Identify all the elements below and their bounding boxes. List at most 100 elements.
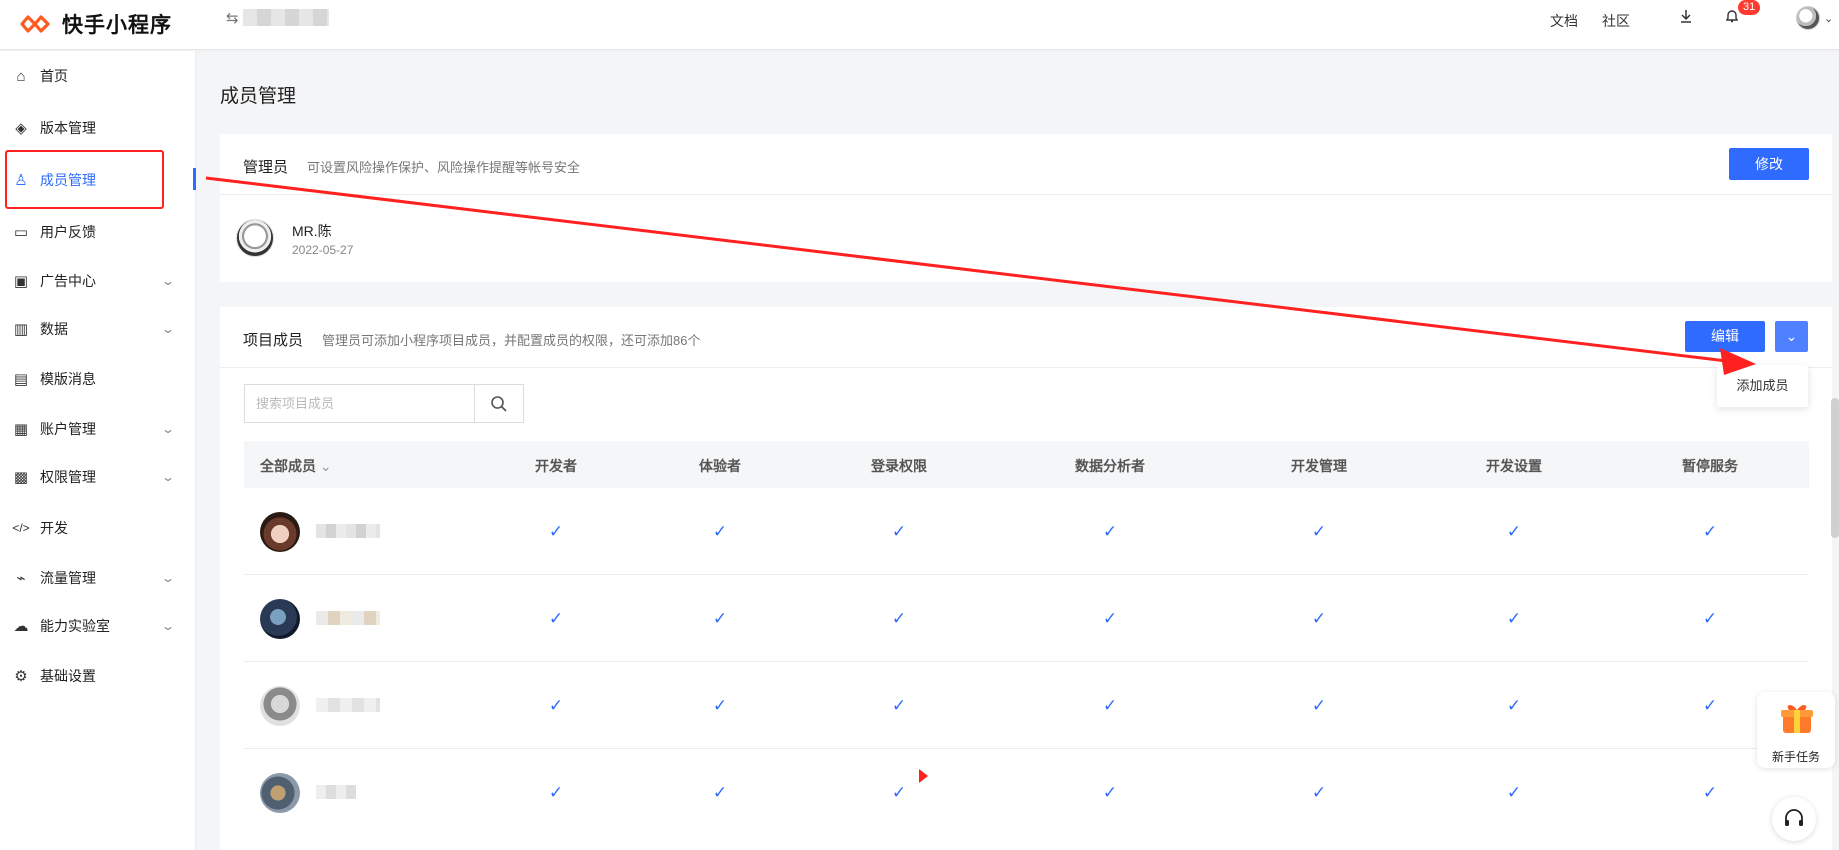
chevron-down-icon: ⌄ [160, 619, 176, 633]
sidebar-item-settings[interactable]: ⚙ 基础设置 [0, 656, 196, 696]
checkmark-icon[interactable]: ✓ [1507, 696, 1521, 716]
chevron-down-icon: ⌄ [160, 422, 176, 436]
chart-icon: ▥ [13, 321, 29, 338]
checkmark-icon[interactable]: ✓ [713, 609, 727, 629]
sidebar-item-lab[interactable]: ☁ 能力实验室 ⌄ [0, 606, 196, 646]
sidebar-item-label: 模版消息 [40, 371, 96, 387]
checkmark-icon[interactable]: ✓ [1703, 696, 1717, 716]
sidebar-item-account[interactable]: ▦ 账户管理 ⌄ [0, 409, 196, 449]
add-member-menu-item[interactable]: 添加成员 [1717, 365, 1808, 407]
docs-link[interactable]: 文档 [1550, 11, 1578, 31]
avatar [260, 773, 300, 813]
search-input[interactable] [245, 385, 475, 422]
column-header: 数据分析者 [1075, 458, 1145, 474]
checkmark-icon[interactable]: ✓ [549, 696, 563, 716]
checkmark-icon[interactable]: ✓ [713, 522, 727, 542]
switch-app-icon[interactable]: ⇆ [226, 9, 239, 27]
checkmark-icon[interactable]: ✓ [1312, 783, 1326, 803]
checkmark-icon[interactable]: ✓ [892, 609, 906, 629]
customer-support-button[interactable] [1772, 797, 1816, 841]
chevron-down-icon: ⌄ [160, 322, 176, 336]
sidebar: ⌂ 首页 ◈ 版本管理 ♙ 成员管理 ▭ 用户反馈 ▣ 广告中心 ⌄ ▥ 数据 … [0, 51, 196, 850]
sidebar-item-data[interactable]: ▥ 数据 ⌄ [0, 309, 196, 349]
sidebar-item-label: 用户反馈 [40, 224, 96, 240]
table-row: ✓ ✓ ✓ ✓ ✓ ✓ ✓ [244, 749, 1809, 836]
chevron-down-icon[interactable]: ⌄ [1824, 12, 1833, 25]
member-filter-dropdown[interactable]: 全部成员 ⌄ [260, 456, 332, 476]
admin-date: 2022-05-27 [292, 243, 354, 257]
checkmark-icon[interactable]: ✓ [1703, 783, 1717, 803]
sidebar-item-templates[interactable]: ▤ 模版消息 [0, 359, 196, 399]
scrollbar-thumb[interactable] [1831, 398, 1839, 538]
gift-icon [1781, 705, 1813, 733]
checkmark-icon[interactable]: ✓ [1103, 783, 1117, 803]
checkmark-icon[interactable]: ✓ [549, 609, 563, 629]
divider [220, 367, 1832, 368]
checkmark-icon[interactable]: ✓ [713, 783, 727, 803]
table-row: ✓ ✓ ✓ ✓ ✓ ✓ ✓ [244, 575, 1809, 662]
checkmark-icon[interactable]: ✓ [1507, 609, 1521, 629]
avatar [236, 219, 274, 257]
checkmark-icon[interactable]: ✓ [892, 522, 906, 542]
sidebar-item-develop[interactable]: </> 开发 [0, 508, 196, 548]
community-link[interactable]: 社区 [1602, 11, 1630, 31]
active-indicator [193, 168, 196, 190]
search-button[interactable] [474, 385, 523, 422]
chevron-down-icon: ⌄ [1785, 328, 1798, 344]
checkmark-icon[interactable]: ✓ [892, 783, 906, 803]
edit-members-button[interactable]: 编辑 [1685, 321, 1765, 352]
sidebar-item-label: 版本管理 [40, 120, 96, 136]
member-name-blurred [316, 698, 380, 712]
filter-label: 全部成员 [260, 458, 316, 474]
chevron-down-icon: ⌄ [160, 274, 176, 288]
avatar [260, 599, 300, 639]
checkmark-icon[interactable]: ✓ [1703, 609, 1717, 629]
sidebar-item-label: 首页 [40, 68, 68, 84]
admin-title: 管理员 [243, 159, 289, 176]
checkmark-icon[interactable]: ✓ [1103, 609, 1117, 629]
checkmark-icon[interactable]: ✓ [549, 783, 563, 803]
checkmark-icon[interactable]: ✓ [713, 696, 727, 716]
account-icon: ▦ [13, 421, 29, 438]
gear-icon: ⚙ [14, 668, 28, 685]
logo[interactable]: 快手小程序 [18, 9, 172, 39]
download-icon[interactable] [1678, 8, 1694, 29]
members-title: 项目成员 [243, 332, 304, 349]
checkmark-icon[interactable]: ✓ [1507, 783, 1521, 803]
checkmark-icon[interactable]: ✓ [1703, 522, 1717, 542]
table-row: ✓ ✓ ✓ ✓ ✓ ✓ ✓ [244, 662, 1809, 749]
chevron-down-icon: ⌄ [319, 458, 332, 474]
checkmark-icon[interactable]: ✓ [549, 522, 563, 542]
sidebar-item-versions[interactable]: ◈ 版本管理 [0, 108, 196, 148]
checkmark-icon[interactable]: ✓ [1103, 522, 1117, 542]
edit-admin-button[interactable]: 修改 [1729, 148, 1809, 180]
code-icon: </> [12, 521, 30, 535]
checkmark-icon[interactable]: ✓ [1312, 609, 1326, 629]
checkmark-icon[interactable]: ✓ [1103, 696, 1117, 716]
admin-desc: 可设置风险操作保护、风险操作提醒等帐号安全 [307, 160, 581, 175]
checkmark-icon[interactable]: ✓ [892, 696, 906, 716]
column-header: 开发设置 [1486, 458, 1542, 474]
user-avatar[interactable] [1796, 6, 1820, 30]
sidebar-item-home[interactable]: ⌂ 首页 [0, 56, 196, 96]
sidebar-item-members[interactable]: ♙ 成员管理 [0, 160, 196, 200]
member-name-blurred [316, 524, 380, 538]
sidebar-item-permissions[interactable]: ▩ 权限管理 ⌄ [0, 457, 196, 497]
sidebar-item-traffic[interactable]: ⌁ 流量管理 ⌄ [0, 558, 196, 598]
checkmark-icon[interactable]: ✓ [1312, 696, 1326, 716]
current-app-name-blurred[interactable] [243, 9, 329, 26]
kuaishou-logo-icon [20, 15, 50, 33]
page-title: 成员管理 [220, 86, 297, 107]
newbie-task-widget[interactable]: 新手任务 [1757, 692, 1835, 768]
sidebar-item-ads[interactable]: ▣ 广告中心 ⌄ [0, 261, 196, 301]
sidebar-item-label: 开发 [40, 520, 68, 536]
sidebar-item-feedback[interactable]: ▭ 用户反馈 [0, 212, 196, 252]
message-icon: ▭ [13, 224, 29, 241]
sidebar-item-label: 成员管理 [40, 172, 96, 188]
more-actions-button[interactable]: ⌄ [1775, 321, 1808, 352]
bell-icon[interactable] [1724, 8, 1740, 29]
top-bar: 快手小程序 ⇆ 文档 社区 31 ⌄ [0, 0, 1839, 50]
checkmark-icon[interactable]: ✓ [1312, 522, 1326, 542]
member-search [244, 384, 524, 423]
checkmark-icon[interactable]: ✓ [1507, 522, 1521, 542]
